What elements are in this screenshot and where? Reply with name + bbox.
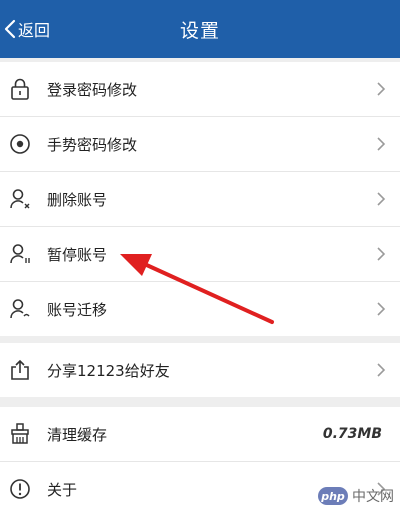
row-gesture-password[interactable]: 手势密码修改: [0, 117, 400, 172]
row-login-password[interactable]: 登录密码修改: [0, 62, 400, 117]
chevron-right-icon: [377, 82, 386, 96]
broom-icon: [11, 423, 29, 444]
user-transfer-icon: [10, 299, 30, 319]
row-label: 删除账号: [47, 190, 108, 209]
share-icon: [11, 359, 29, 380]
row-label: 分享12123给好友: [47, 361, 170, 380]
chevron-right-icon: [377, 137, 386, 151]
row-label: 关于: [47, 480, 78, 499]
row-label: 清理缓存: [47, 425, 108, 444]
watermark: php 中文网: [318, 485, 394, 507]
share-group: 分享12123给好友: [0, 343, 400, 397]
user-pause-icon: [10, 244, 30, 264]
php-logo: php: [318, 487, 348, 505]
info-icon: [10, 479, 30, 499]
row-clear-cache[interactable]: 清理缓存 0.73MB: [0, 407, 400, 462]
cache-size-value: 0.73MB: [322, 426, 382, 442]
chevron-right-icon: [377, 363, 386, 377]
row-transfer-account[interactable]: 账号迁移: [0, 282, 400, 336]
chevron-right-icon: [377, 247, 386, 261]
row-label: 账号迁移: [47, 300, 108, 319]
chevron-right-icon: [377, 302, 386, 316]
row-pause-account[interactable]: 暂停账号: [0, 227, 400, 282]
account-settings-group: 登录密码修改 手势密码修改 删除账号 暂停账号 账号迁移: [0, 62, 400, 336]
page-title: 设置: [179, 20, 220, 42]
row-label: 手势密码修改: [47, 135, 138, 154]
watermark-text: 中文网: [352, 489, 394, 505]
top-bar: 返回 设置: [0, 0, 400, 58]
user-delete-icon: [10, 189, 30, 209]
gesture-circle-icon: [10, 134, 30, 154]
row-label: 登录密码修改: [47, 80, 138, 99]
row-delete-account[interactable]: 删除账号: [0, 172, 400, 227]
row-share[interactable]: 分享12123给好友: [0, 343, 400, 397]
lock-icon: [11, 78, 29, 100]
row-label: 暂停账号: [47, 245, 108, 264]
chevron-right-icon: [377, 192, 386, 206]
